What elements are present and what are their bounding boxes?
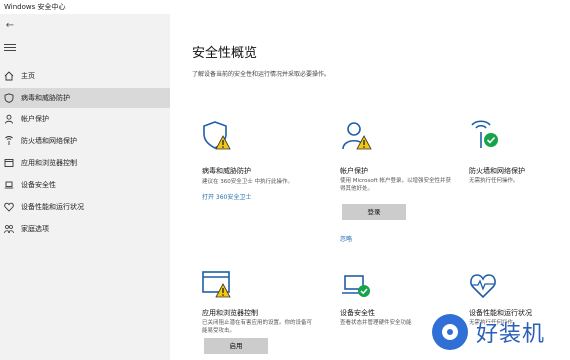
- card-app-browser[interactable]: 应用和浏览器控制 已关闭阻止潜在有害应用的设置。你的设备可能易受攻击。 启用: [192, 258, 320, 358]
- card-firewall[interactable]: 防火墙和网络保护 无需执行任何操作。: [459, 108, 564, 248]
- card-title: 设备安全性: [340, 309, 375, 317]
- watermark-logo-icon: [432, 314, 468, 350]
- card-virus-protection[interactable]: 病毒和威胁防护 建议在 360安全卫士 中执行此操作。 打开 360安全卫士: [192, 108, 320, 248]
- card-account-protection[interactable]: 帐户保护 使用 Microsoft 帐户登录，以增强安全性并获得其他好处。 登录…: [330, 108, 458, 248]
- sidebar: ← 主页 病毒和威胁防护 帐户保护 防火墙和网络保护 应用和浏览器控制 设备安全…: [0, 14, 170, 360]
- sidebar-item-label: 设备性能和运行状况: [21, 203, 84, 211]
- card-description: 使用 Microsoft 帐户登录，以增强安全性并获得其他好处。: [340, 178, 452, 192]
- sidebar-item-label: 家庭选项: [21, 225, 49, 233]
- card-description: 无需执行任何操作。: [469, 178, 519, 184]
- person-icon: [4, 114, 14, 124]
- card-title: 应用和浏览器控制: [202, 309, 258, 317]
- sidebar-item-firewall[interactable]: 防火墙和网络保护: [0, 131, 170, 151]
- shield-icon: [4, 93, 14, 103]
- sidebar-item-device-security[interactable]: 设备安全性: [0, 175, 170, 195]
- sidebar-item-app-browser[interactable]: 应用和浏览器控制: [0, 153, 170, 173]
- person-warning-icon: [340, 120, 376, 152]
- watermark: 好装机: [432, 304, 570, 360]
- sidebar-item-home[interactable]: 主页: [0, 66, 170, 86]
- sidebar-item-account-protection[interactable]: 帐户保护: [0, 109, 170, 129]
- dismiss-link[interactable]: 忽略: [340, 234, 352, 243]
- watermark-text: 好装机: [476, 322, 546, 347]
- laptop-check-icon: [340, 270, 376, 302]
- sidebar-item-label: 主页: [21, 72, 35, 80]
- home-icon: [4, 71, 14, 81]
- sidebar-item-device-health[interactable]: 设备性能和运行状况: [0, 197, 170, 217]
- wifi-icon: [4, 136, 14, 146]
- wifi-check-icon: [469, 120, 505, 152]
- open-360-link[interactable]: 打开 360安全卫士: [202, 192, 251, 201]
- sidebar-item-label: 帐户保护: [21, 115, 49, 123]
- window-icon: [4, 158, 14, 168]
- sign-in-button[interactable]: 登录: [342, 204, 406, 220]
- sidebar-item-label: 防火墙和网络保护: [21, 137, 77, 145]
- heart-icon: [4, 202, 14, 212]
- window-title: Windows 安全中心: [0, 0, 570, 14]
- sidebar-item-family[interactable]: 家庭选项: [0, 219, 170, 239]
- back-arrow-icon[interactable]: ←: [4, 20, 16, 32]
- heart-pulse-icon: [469, 270, 505, 302]
- card-description: 建议在 360安全卫士 中执行此操作。: [202, 179, 293, 185]
- card-title: 防火墙和网络保护: [469, 167, 525, 175]
- family-icon: [4, 224, 14, 234]
- sidebar-item-virus-protection[interactable]: 病毒和威胁防护: [0, 88, 170, 108]
- browser-warning-icon: [202, 270, 238, 302]
- card-title: 帐户保护: [340, 167, 368, 175]
- hamburger-menu-icon[interactable]: [4, 44, 16, 54]
- page-subtitle: 了解设备当前的安全性和运行情况并采取必要操作。: [192, 71, 331, 78]
- sidebar-item-label: 设备安全性: [21, 181, 56, 189]
- page-title: 安全性概览: [192, 46, 258, 61]
- shield-warning-icon: [202, 120, 238, 152]
- sidebar-item-label: 应用和浏览器控制: [21, 159, 77, 167]
- enable-button[interactable]: 启用: [204, 338, 268, 354]
- sidebar-item-label: 病毒和威胁防护: [21, 94, 70, 102]
- card-description: 已关闭阻止潜在有害应用的设置。你的设备可能易受攻击。: [202, 320, 313, 334]
- card-title: 病毒和威胁防护: [202, 167, 251, 175]
- laptop-icon: [4, 180, 14, 190]
